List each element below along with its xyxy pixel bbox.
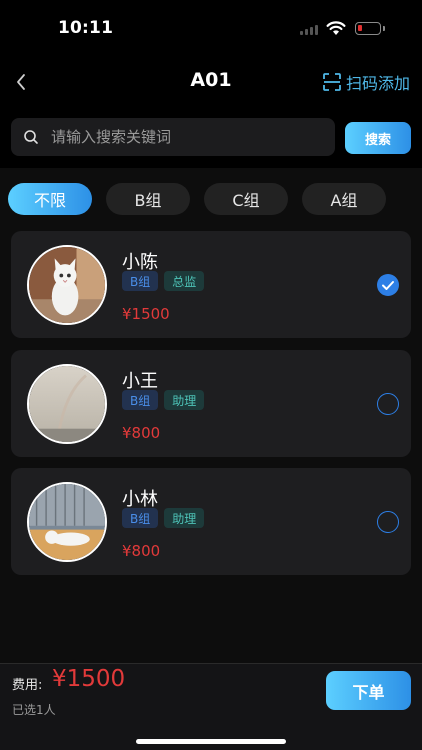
scan-add-label: 扫码添加	[345, 74, 410, 93]
status-time: 10:11	[58, 18, 114, 38]
status-bar: 10:11	[0, 0, 422, 56]
content-area: 不限 B组 C组 A组 小陈 B组 总监 ¥1500 小王 B组 助理 ¥800…	[0, 168, 422, 663]
filter-chips: 不限 B组 C组 A组	[8, 183, 386, 215]
scan-add-button[interactable]: 扫码添加	[322, 70, 410, 94]
avatar	[27, 245, 107, 325]
staff-price: ¥1500	[122, 305, 170, 323]
search-box[interactable]	[11, 118, 335, 156]
search-button[interactable]: 搜索	[345, 122, 411, 154]
staff-card[interactable]: 小王 B组 助理 ¥800	[11, 350, 411, 457]
sky-photo-icon	[29, 366, 105, 442]
avatar	[27, 482, 107, 562]
home-indicator	[136, 739, 286, 744]
filter-chip-all[interactable]: 不限	[8, 183, 92, 215]
role-tag: 总监	[164, 271, 205, 291]
wifi-icon	[326, 21, 346, 35]
checkmark-icon	[382, 281, 394, 290]
fee-amount: ¥1500	[52, 666, 126, 692]
role-tag: 助理	[164, 508, 205, 528]
group-tag: B组	[122, 508, 159, 528]
checkbox-unchecked[interactable]	[377, 511, 399, 533]
search-input[interactable]	[51, 128, 321, 146]
search-row: 搜索	[0, 108, 422, 168]
selected-count: 已选1人	[12, 703, 56, 717]
staff-price: ¥800	[122, 542, 161, 560]
filter-chip-c[interactable]: C组	[204, 183, 288, 215]
cellular-signal-icon	[300, 25, 318, 35]
lying-cat-photo-icon	[29, 484, 105, 560]
staff-tags: B组 助理	[122, 390, 205, 410]
order-button[interactable]: 下单	[326, 671, 411, 710]
checkbox-unchecked[interactable]	[377, 393, 399, 415]
staff-tags: B组 总监	[122, 271, 205, 291]
nav-bar: A01 扫码添加	[0, 56, 422, 108]
checkbox-checked[interactable]	[377, 274, 399, 296]
staff-card[interactable]: 小林 B组 助理 ¥800	[11, 468, 411, 575]
group-tag: B组	[122, 390, 159, 410]
search-icon	[24, 130, 38, 144]
role-tag: 助理	[164, 390, 205, 410]
battery-icon	[355, 22, 385, 35]
cat-photo-icon	[29, 247, 105, 323]
staff-card[interactable]: 小陈 B组 总监 ¥1500	[11, 231, 411, 338]
filter-chip-b[interactable]: B组	[106, 183, 190, 215]
staff-tags: B组 助理	[122, 508, 205, 528]
avatar	[27, 364, 107, 444]
bottom-bar: 费用: ¥1500 已选1人 下单	[0, 663, 422, 750]
filter-chip-a[interactable]: A组	[302, 183, 386, 215]
staff-price: ¥800	[122, 424, 161, 442]
fee-label: 费用:	[12, 678, 43, 693]
scan-icon	[323, 73, 341, 91]
group-tag: B组	[122, 271, 159, 291]
